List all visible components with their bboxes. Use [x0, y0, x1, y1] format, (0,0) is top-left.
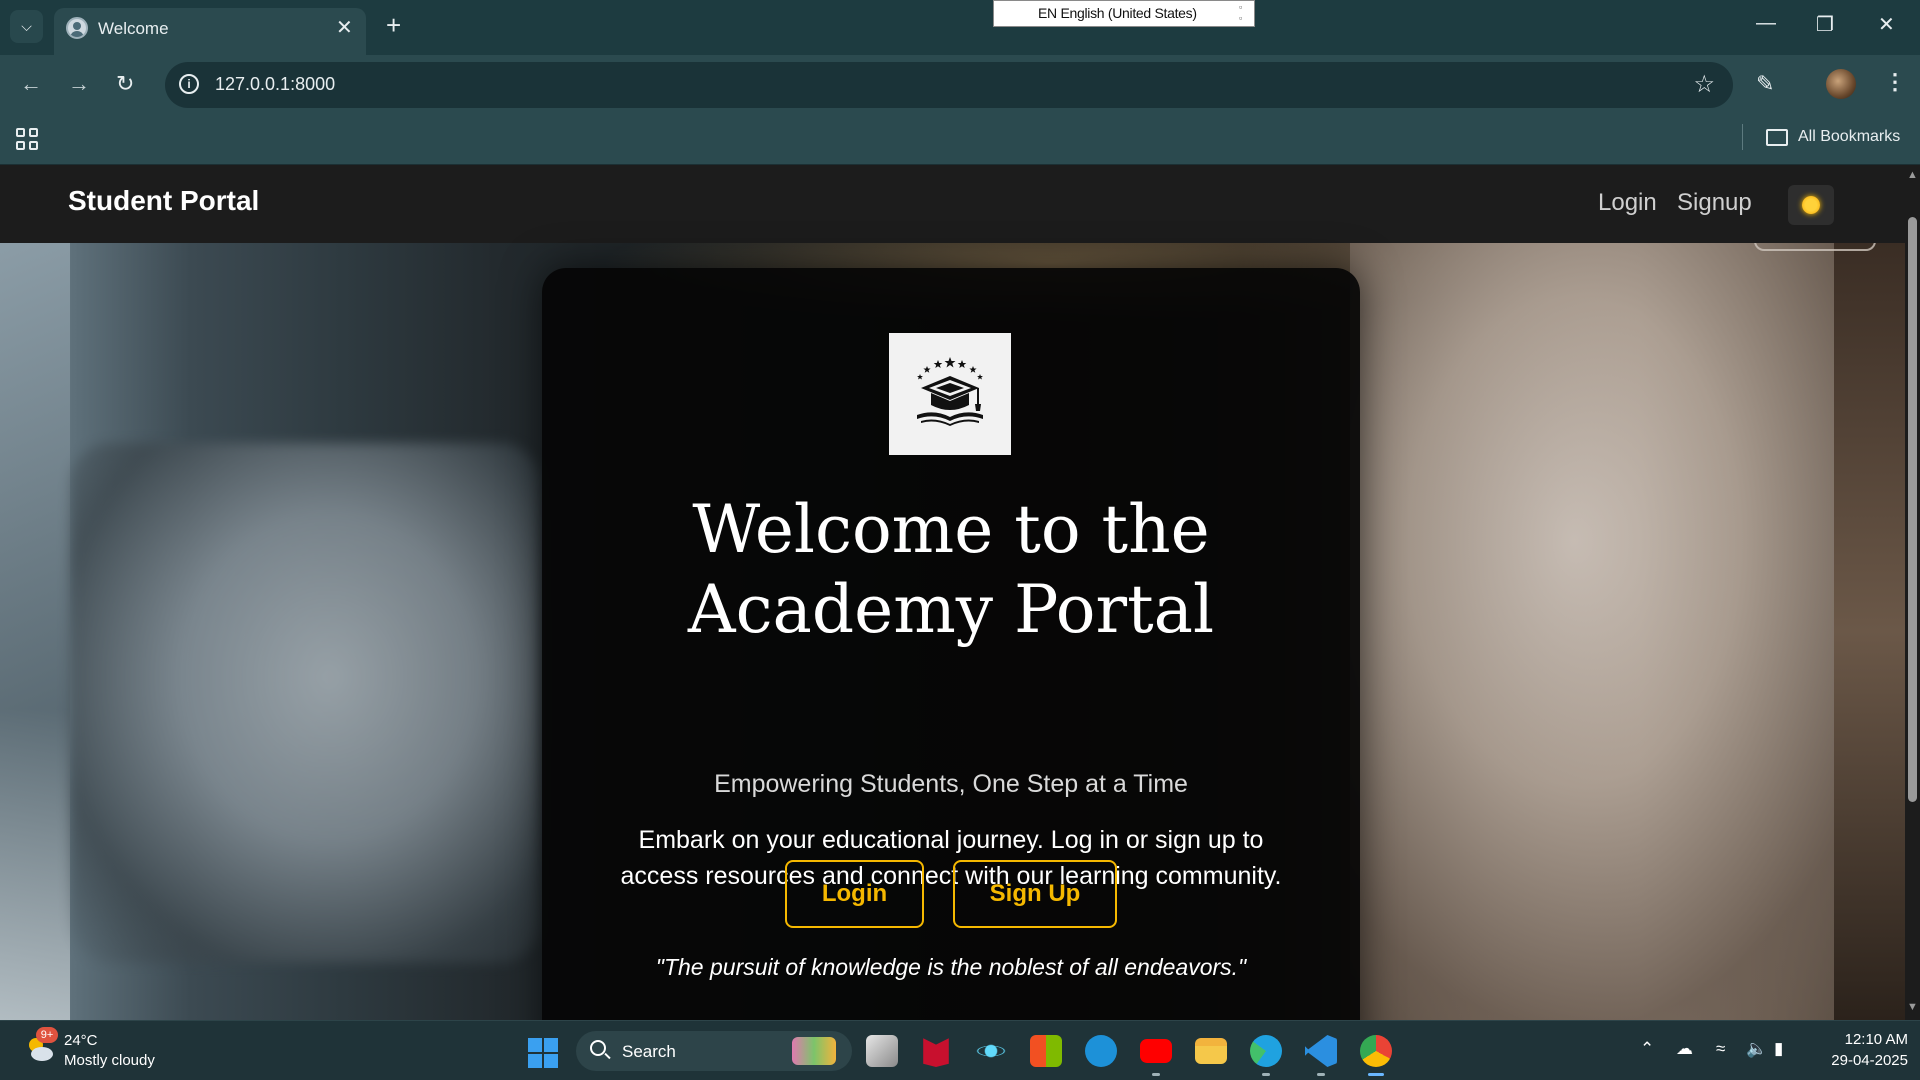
signup-button[interactable]: Sign Up — [953, 860, 1117, 928]
tab-close-icon[interactable]: ✕ — [336, 15, 353, 40]
browser-tab-bar: ⌵ Welcome ✕ + EN English (United States)… — [0, 0, 1920, 55]
tab-title: Welcome — [98, 19, 169, 38]
grip-icon: ▫ ▫ — [1239, 2, 1242, 23]
browser-tab[interactable]: Welcome ✕ — [54, 8, 366, 55]
language-indicator[interactable]: EN English (United States) ▫ ▫ — [993, 0, 1255, 27]
youtube-icon[interactable] — [1140, 1039, 1172, 1063]
taskbar-search-label: Search — [622, 1042, 676, 1061]
weather-temperature: 24°C — [64, 1032, 98, 1049]
scroll-down-icon[interactable]: ▼ — [1907, 1001, 1918, 1013]
page-scrollbar[interactable]: ▲ ▼ — [1905, 165, 1920, 1020]
search-highlight-icon — [792, 1037, 836, 1065]
volume-icon[interactable]: 🔈 — [1746, 1039, 1767, 1059]
search-icon — [590, 1040, 606, 1056]
running-indicator — [1152, 1073, 1160, 1076]
tab-search-dropdown-icon[interactable]: ⌵ — [10, 10, 43, 43]
nav-login-link[interactable]: Login — [1598, 189, 1657, 217]
clock-time[interactable]: 12:10 AM — [1808, 1031, 1908, 1048]
all-bookmarks-link[interactable]: All Bookmarks — [1798, 128, 1900, 146]
windows-taskbar: 9+ 24°C Mostly cloudy Search ⌃ ☁ ≈ 🔈 ▮ 1… — [0, 1020, 1920, 1080]
chrome-icon[interactable] — [1360, 1035, 1392, 1067]
docker-icon[interactable] — [1085, 1035, 1117, 1067]
theme-toggle-button[interactable] — [1788, 185, 1834, 225]
mcafee-icon[interactable] — [923, 1038, 949, 1067]
restore-icon[interactable]: ❐ — [1816, 12, 1834, 37]
close-window-icon[interactable]: ✕ — [1878, 12, 1895, 37]
intro-description: Embark on your educational journey. Log … — [620, 826, 1282, 890]
onedrive-icon[interactable]: ☁ — [1676, 1039, 1693, 1059]
motivational-quote: "The pursuit of knowledge is the noblest… — [655, 954, 1247, 980]
windows-start-icon[interactable] — [528, 1038, 558, 1068]
address-bar[interactable]: i 127.0.0.1:8000 ☆ — [165, 62, 1733, 108]
welcome-heading: Welcome to the Academy Portal — [542, 490, 1360, 650]
bookmarks-bar: All Bookmarks — [0, 116, 1920, 165]
show-hidden-icons-icon[interactable]: ⌃ — [1640, 1039, 1654, 1059]
brand-logo-text[interactable]: Student Portal — [68, 185, 259, 217]
address-bar-url[interactable]: 127.0.0.1:8000 — [215, 74, 335, 95]
apps-grid-icon[interactable] — [16, 128, 38, 150]
running-indicator — [1317, 1073, 1325, 1076]
clock-date[interactable]: 29-04-2025 — [1808, 1052, 1908, 1069]
page-viewport: Student Portal Login Signup Welcome to t… — [0, 165, 1905, 1020]
welcome-heading-line2: Academy Portal — [687, 571, 1215, 648]
profile-avatar[interactable] — [1826, 69, 1856, 99]
weather-description: Mostly cloudy — [64, 1052, 155, 1069]
scroll-up-icon[interactable]: ▲ — [1907, 169, 1918, 181]
file-explorer-icon[interactable] — [1195, 1038, 1227, 1064]
extensions-icon[interactable]: ✎ — [1756, 71, 1774, 97]
tagline: Empowering Students, One Step at a Time — [714, 770, 1188, 798]
nav-signup-link[interactable]: Signup — [1677, 189, 1752, 217]
minimize-icon[interactable]: — — [1756, 12, 1776, 35]
sun-icon — [1802, 196, 1820, 214]
welcome-card: Welcome to the Academy Portal Empowering… — [542, 268, 1360, 1020]
back-icon[interactable]: ← — [20, 71, 42, 97]
edge-icon[interactable] — [1250, 1035, 1282, 1067]
site-info-icon[interactable]: i — [179, 74, 199, 94]
login-button[interactable]: Login — [785, 860, 924, 928]
battery-icon[interactable]: ▮ — [1774, 1039, 1783, 1059]
academy-logo — [889, 333, 1011, 455]
react-app-icon[interactable] — [975, 1035, 1007, 1067]
vscode-icon[interactable] — [1305, 1035, 1337, 1067]
wifi-icon[interactable]: ≈ — [1716, 1039, 1725, 1059]
graduation-cap-icon — [917, 357, 983, 426]
browser-toolbar: ← → ↻ i 127.0.0.1:8000 ☆ ✎ ⋮ — [0, 55, 1920, 116]
bookmark-star-icon[interactable]: ☆ — [1693, 70, 1715, 99]
site-navbar: Student Portal Login Signup — [0, 165, 1905, 243]
folder-icon — [1766, 129, 1788, 146]
running-indicator — [1262, 1073, 1270, 1076]
forward-icon[interactable]: → — [68, 71, 90, 97]
active-indicator — [1368, 1073, 1384, 1076]
reload-icon[interactable]: ↻ — [116, 71, 134, 97]
scrollbar-thumb[interactable] — [1908, 217, 1917, 802]
bookmarks-divider — [1742, 124, 1743, 150]
language-indicator-label: EN English (United States) — [1038, 5, 1197, 21]
microsoft-store-icon[interactable] — [1030, 1035, 1062, 1067]
tab-favicon-icon — [66, 17, 88, 39]
task-view-icon[interactable] — [866, 1035, 898, 1067]
welcome-heading-line1: Welcome to the — [692, 491, 1210, 568]
new-tab-icon[interactable]: + — [386, 10, 401, 41]
browser-menu-icon[interactable]: ⋮ — [1884, 69, 1906, 95]
weather-badge: 9+ — [36, 1027, 58, 1043]
taskbar-search-box[interactable]: Search — [576, 1031, 852, 1071]
